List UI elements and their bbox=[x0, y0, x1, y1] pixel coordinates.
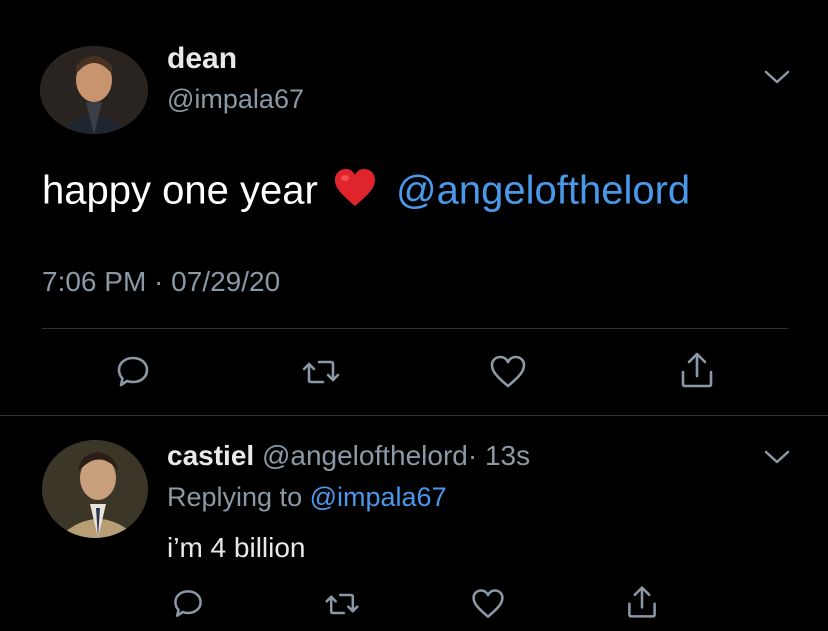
like-button[interactable] bbox=[484, 348, 532, 396]
tweet-timestamp[interactable]: 7:06 PM · 07/29/20 bbox=[42, 266, 280, 298]
retweet-button[interactable] bbox=[297, 348, 345, 396]
reply-reply-button[interactable] bbox=[164, 580, 212, 628]
tweet-menu-chevron-icon[interactable] bbox=[762, 66, 792, 91]
share-icon bbox=[628, 586, 656, 618]
replying-to-mention[interactable]: @impala67 bbox=[310, 482, 447, 512]
author-handle[interactable]: @impala67 bbox=[167, 84, 304, 115]
reply-share-button[interactable] bbox=[618, 578, 666, 626]
tweet-text: happy one year @angelofthelord bbox=[42, 168, 690, 218]
avatar-castiel[interactable] bbox=[42, 440, 148, 538]
reply-text: i’m 4 billion bbox=[167, 532, 306, 563]
reply-button[interactable] bbox=[109, 348, 157, 396]
reply-author-handle[interactable]: @angelofthelord bbox=[262, 440, 468, 471]
section-divider bbox=[0, 415, 828, 416]
tweet-text-prefix: happy one year bbox=[42, 168, 318, 213]
heart-outline-icon bbox=[472, 589, 504, 618]
reply-menu-chevron-icon[interactable] bbox=[762, 446, 792, 471]
reply-header: castiel @angelofthelord· 13s bbox=[167, 440, 530, 472]
reply-author-name[interactable]: castiel bbox=[167, 440, 254, 471]
author-name[interactable]: dean bbox=[167, 42, 237, 76]
reply-like-button[interactable] bbox=[464, 580, 512, 628]
comment-icon bbox=[174, 590, 202, 617]
share-icon bbox=[681, 352, 713, 388]
mention-link[interactable]: @angelofthelord bbox=[396, 169, 690, 213]
reply-time[interactable]: · 13s bbox=[468, 440, 530, 471]
retweet-icon bbox=[302, 360, 340, 384]
divider bbox=[42, 328, 788, 329]
reply-retweet-button[interactable] bbox=[318, 580, 366, 628]
red-heart-emoji-icon bbox=[333, 168, 377, 218]
retweet-icon bbox=[325, 593, 359, 615]
heart-outline-icon bbox=[490, 355, 526, 388]
replying-to: Replying to @impala67 bbox=[167, 482, 447, 513]
share-button[interactable] bbox=[673, 346, 721, 394]
avatar-dean[interactable] bbox=[40, 46, 148, 134]
comment-icon bbox=[117, 356, 149, 387]
replying-prefix: Replying to bbox=[167, 482, 303, 512]
